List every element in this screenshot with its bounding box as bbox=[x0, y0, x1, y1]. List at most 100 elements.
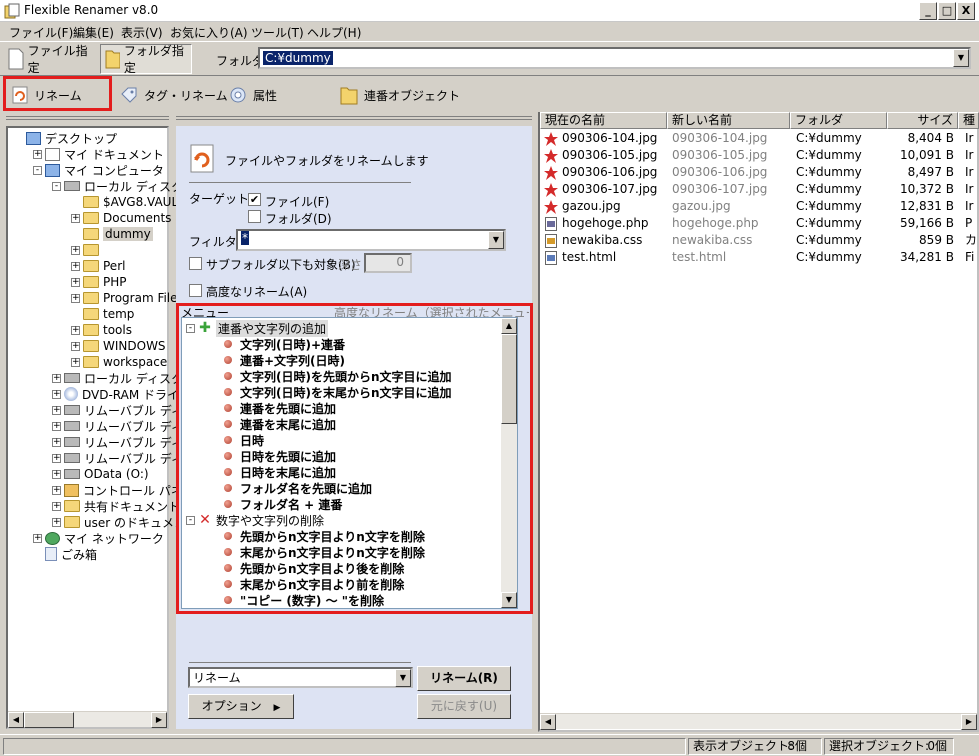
file-row[interactable]: test.html test.html C:¥dummy 34,281 B Fi bbox=[540, 249, 979, 266]
rename-button[interactable]: リネーム(R) bbox=[417, 666, 511, 691]
scroll-right-icon[interactable]: ▶ bbox=[961, 714, 977, 730]
tree-horizontal-scrollbar[interactable]: ◀ ▶ bbox=[8, 711, 167, 728]
tree-item[interactable]: + PHP bbox=[71, 274, 127, 290]
expand-icon[interactable]: + bbox=[71, 261, 80, 271]
expand-icon[interactable]: + bbox=[71, 293, 80, 303]
tree-item[interactable]: + Documents ar bbox=[71, 210, 188, 226]
expand-icon[interactable]: + bbox=[52, 469, 61, 479]
expand-icon[interactable]: + bbox=[71, 213, 80, 223]
expand-icon[interactable]: + bbox=[52, 389, 61, 399]
rename-panel-grip[interactable] bbox=[176, 116, 532, 120]
column-new-name[interactable]: 新しい名前 bbox=[667, 112, 790, 129]
options-button[interactable]: オプション ▶ bbox=[188, 694, 294, 719]
subfolder-checkbox[interactable] bbox=[189, 257, 202, 270]
collapse-icon[interactable]: - bbox=[33, 165, 42, 175]
menu-favorites[interactable]: お気に入り(A) bbox=[170, 24, 248, 41]
folder-icon bbox=[64, 516, 80, 528]
filter-value[interactable]: * bbox=[241, 231, 249, 245]
expand-icon[interactable]: + bbox=[52, 485, 61, 495]
expand-icon[interactable]: + bbox=[52, 405, 61, 415]
chevron-down-icon[interactable]: ▼ bbox=[488, 231, 504, 249]
tree-item[interactable]: - マイ コンピュータ bbox=[33, 162, 164, 178]
tree-item[interactable]: + tools bbox=[71, 322, 132, 338]
tree-item[interactable]: + Perl bbox=[71, 258, 125, 274]
file-row[interactable]: hogehoge.php hogehoge.php C:¥dummy 59,166 B… bbox=[540, 215, 979, 232]
scroll-left-icon[interactable]: ◀ bbox=[540, 714, 556, 730]
menu-edit[interactable]: 編集(E) bbox=[73, 24, 114, 41]
tree-item[interactable]: + bbox=[71, 242, 103, 258]
maximize-button[interactable]: □ bbox=[938, 2, 956, 20]
column-type[interactable]: 種 bbox=[958, 112, 979, 129]
tree-item[interactable]: + DVD-RAM ドライブ bbox=[52, 386, 191, 402]
file-row[interactable]: 090306-106.jpg 090306-106.jpg C:¥dummy 8,49… bbox=[540, 164, 979, 181]
target-folder-checkbox[interactable] bbox=[248, 210, 261, 223]
chevron-down-icon[interactable]: ▼ bbox=[953, 49, 969, 67]
expand-icon[interactable]: + bbox=[71, 325, 80, 335]
menu-file[interactable]: ファイル(F) bbox=[9, 24, 73, 41]
chevron-down-icon[interactable]: ▼ bbox=[395, 669, 411, 687]
tab-attributes[interactable]: 属性 bbox=[229, 79, 277, 111]
expand-icon[interactable]: + bbox=[52, 453, 61, 463]
column-folder[interactable]: フォルダ bbox=[790, 112, 887, 129]
tree-item[interactable]: + Program Files bbox=[71, 290, 184, 306]
action-divider bbox=[189, 662, 411, 663]
tree-item[interactable]: + 共有ドキュメント bbox=[52, 498, 180, 514]
column-current-name[interactable]: 現在の名前 bbox=[540, 112, 667, 129]
close-button[interactable]: X bbox=[957, 2, 975, 20]
collapse-icon[interactable]: - bbox=[52, 181, 61, 191]
tree-item[interactable]: + WINDOWS bbox=[71, 338, 166, 354]
filter-combo[interactable]: * ▼ bbox=[236, 229, 506, 251]
expand-icon[interactable]: + bbox=[52, 501, 61, 511]
action-combo-value[interactable]: リネーム bbox=[193, 671, 241, 685]
column-size[interactable]: サイズ bbox=[887, 112, 958, 129]
expand-icon[interactable]: + bbox=[71, 357, 80, 367]
menu-tools[interactable]: ツール(T) bbox=[251, 24, 304, 41]
target-file-checkbox[interactable]: ✔ bbox=[248, 193, 261, 206]
tree-item[interactable]: + OData (O:) bbox=[52, 466, 149, 482]
expand-icon[interactable]: + bbox=[33, 533, 42, 543]
tree-item[interactable]: + コントロール パネル bbox=[52, 482, 195, 498]
file-row[interactable]: newakiba.css newakiba.css C:¥dummy 859 B カ bbox=[540, 232, 979, 249]
folder-path-value[interactable]: C:¥dummy bbox=[263, 51, 333, 65]
tree-panel-grip[interactable] bbox=[6, 116, 169, 120]
scroll-right-icon[interactable]: ▶ bbox=[151, 712, 167, 728]
tree-scroll-thumb[interactable] bbox=[24, 712, 74, 728]
advanced-rename-label[interactable]: 高度なリネーム(A) bbox=[206, 283, 307, 300]
file-cell-name: newakiba.css bbox=[562, 233, 643, 247]
tree-item[interactable]: + workspace bbox=[71, 354, 167, 370]
expand-icon[interactable]: + bbox=[52, 437, 61, 447]
expand-icon[interactable]: + bbox=[33, 149, 42, 159]
tree-item[interactable]: ごみ箱 bbox=[33, 546, 97, 562]
file-list-horizontal-scrollbar[interactable]: ◀ ▶ bbox=[540, 713, 977, 730]
folder-path-combo[interactable]: C:¥dummy ▼ bbox=[258, 47, 971, 69]
tab-sequence-objects[interactable]: 連番オブジェクト bbox=[340, 79, 460, 111]
minimize-button[interactable]: _ bbox=[919, 2, 937, 20]
expand-icon[interactable]: + bbox=[71, 245, 80, 255]
tree-item[interactable]: + マイ ドキュメント bbox=[33, 146, 164, 162]
scroll-left-icon[interactable]: ◀ bbox=[8, 712, 24, 728]
file-row[interactable]: gazou.jpg gazou.jpg C:¥dummy 12,831 B Ir bbox=[540, 198, 979, 215]
file-row[interactable]: 090306-107.jpg 090306-107.jpg C:¥dummy 10,3… bbox=[540, 181, 979, 198]
tab-tag-rename[interactable]: タグ・リネーム bbox=[120, 79, 228, 111]
target-folder-label[interactable]: フォルダ(D) bbox=[265, 210, 332, 227]
tree-item[interactable]: $AVG8.VAULT bbox=[71, 194, 184, 210]
advanced-rename-checkbox[interactable] bbox=[189, 284, 202, 297]
tree-item[interactable]: + マイ ネットワーク bbox=[33, 530, 164, 546]
expand-icon[interactable]: + bbox=[52, 421, 61, 431]
file-mode-button[interactable]: ファイル指定 bbox=[4, 44, 98, 75]
menu-help[interactable]: ヘルプ(H) bbox=[307, 24, 361, 41]
menu-view[interactable]: 表示(V) bbox=[121, 24, 163, 41]
tree-item[interactable]: デスクトップ bbox=[14, 130, 117, 146]
expand-icon[interactable]: + bbox=[71, 341, 80, 351]
folder-mode-button[interactable]: フォルダ指定 bbox=[100, 44, 192, 75]
expand-icon[interactable]: + bbox=[52, 373, 61, 383]
file-row[interactable]: 090306-104.jpg 090306-104.jpg C:¥dummy 8,40… bbox=[540, 130, 979, 147]
subfolder-label[interactable]: サブフォルダ以下も対象(B) bbox=[206, 256, 356, 273]
target-file-label[interactable]: ファイル(F) bbox=[265, 193, 329, 210]
action-combo[interactable]: リネーム ▼ bbox=[188, 667, 413, 688]
tree-item[interactable]: dummy bbox=[71, 226, 153, 242]
expand-icon[interactable]: + bbox=[71, 277, 80, 287]
tree-item[interactable]: temp bbox=[71, 306, 134, 322]
expand-icon[interactable]: + bbox=[52, 517, 61, 527]
file-row[interactable]: 090306-105.jpg 090306-105.jpg C:¥dummy 10,0… bbox=[540, 147, 979, 164]
